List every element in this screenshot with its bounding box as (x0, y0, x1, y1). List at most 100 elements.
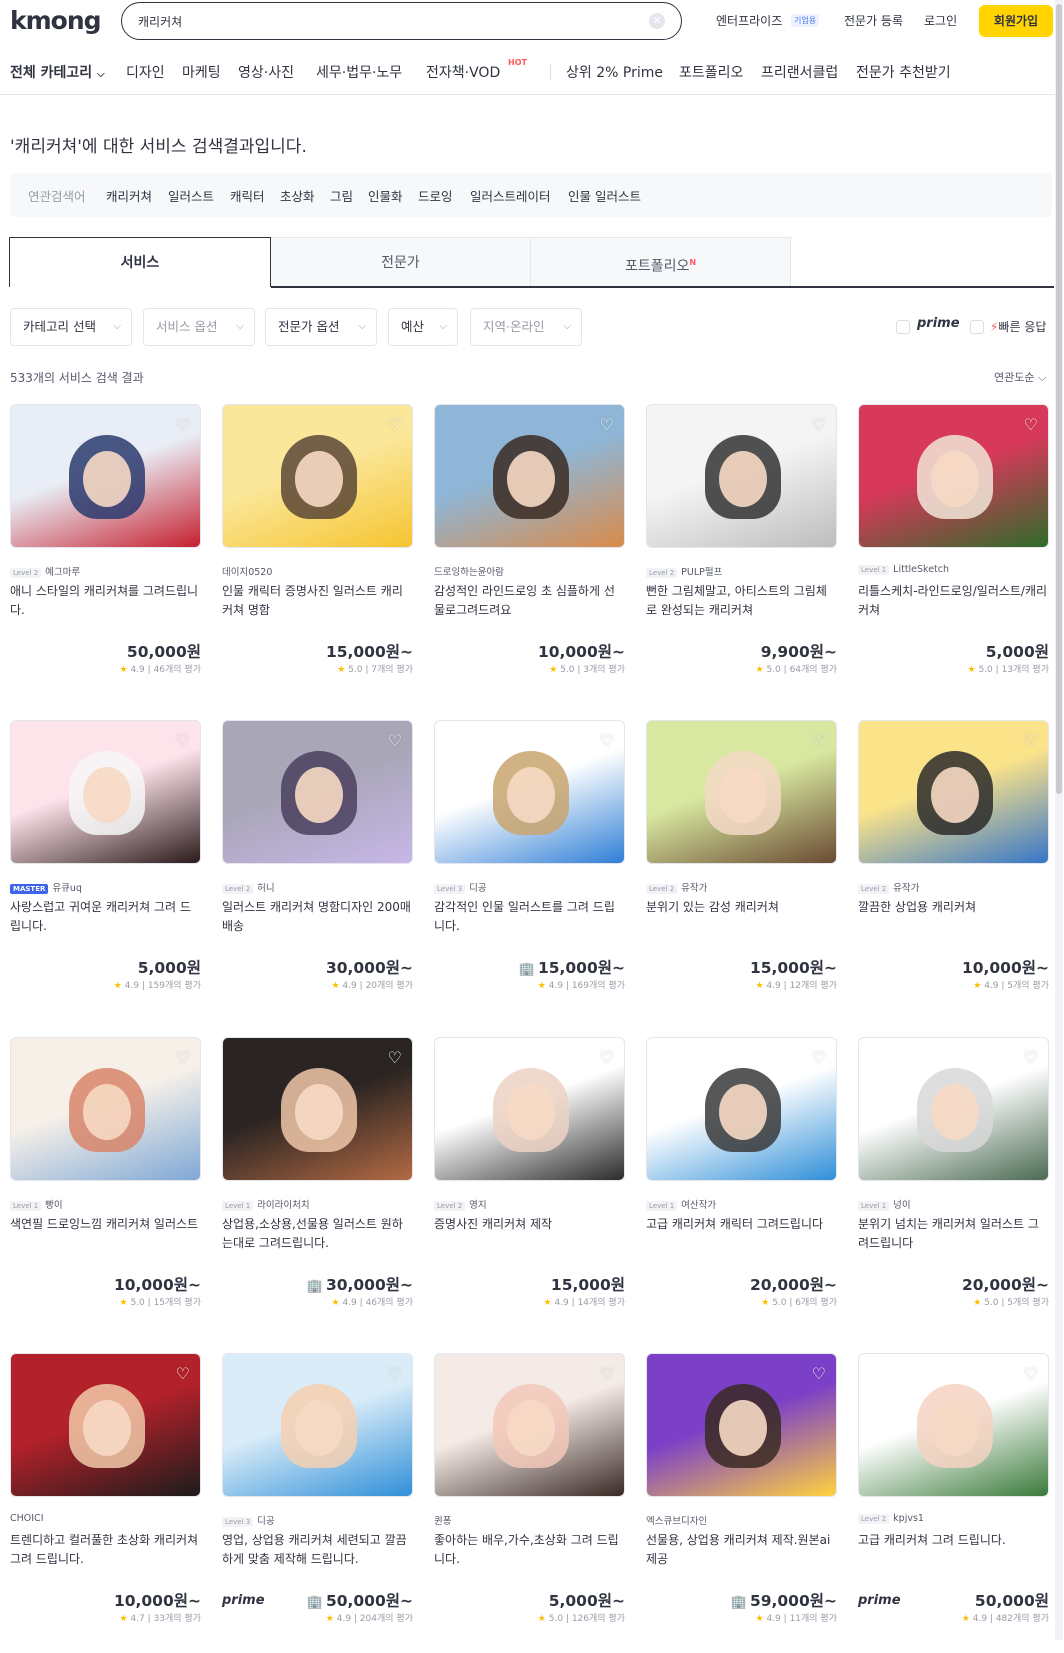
related-term[interactable]: 일러스트레이터 (470, 186, 551, 205)
seller-info[interactable]: Level 2 유작가 (858, 880, 919, 894)
page-scrollbar[interactable] (1055, 0, 1063, 1640)
nav-freelancer-club[interactable]: 프리랜서클럽 (761, 62, 838, 82)
service-title[interactable]: 상업용,소상용,선물용 일러스트 원하는대로 그려드립니다. (222, 1215, 413, 1253)
service-title[interactable]: 영업, 상업용 캐리커쳐 세련되고 깔끔하게 맞춤 제작해 드립니다. (222, 1531, 413, 1569)
prime-checkbox[interactable] (896, 320, 910, 334)
service-card[interactable]: ♡ Level 1 빵이 색연필 드로잉느낌 캐리커쳐 일러스트 10,000원~ ★ 5… (10, 1037, 201, 1337)
service-thumbnail[interactable]: ♡ (10, 1037, 201, 1181)
service-thumbnail[interactable]: ♡ (222, 1037, 413, 1181)
service-title[interactable]: 일러스트 캐리커쳐 명함디자인 200매 배송 (222, 898, 413, 936)
service-title[interactable]: 고급 캐리커쳐 캐릭터 그려드립니다 (646, 1215, 837, 1253)
service-title[interactable]: 좋아하는 배우,가수,초상화 그려 드립니다. (434, 1531, 625, 1569)
filter-budget[interactable]: 예산 ⌵ (388, 308, 458, 346)
signup-button[interactable]: 회원가입 (979, 5, 1053, 37)
seller-info[interactable]: Level 2 예그마루 (10, 564, 80, 578)
service-title[interactable]: 감성적인 라인드로잉 초 심플하게 선물로그려드려요 (434, 582, 625, 620)
service-card[interactable]: ♡ 드로잉하는윤아람 감성적인 라인드로잉 초 심플하게 선물로그려드려요 10,00… (434, 404, 625, 704)
search-input[interactable] (138, 11, 618, 31)
tab-expert[interactable]: 전문가 (271, 237, 530, 287)
service-card[interactable]: ♡ Level 2 허니 일러스트 캐리커쳐 명함디자인 200매 배송 30,000원… (222, 720, 413, 1020)
kmong-logo[interactable]: kmong (10, 6, 102, 35)
service-title[interactable]: 리틀스케치-라인드로잉/일러스트/캐리커쳐 (858, 582, 1049, 620)
heart-icon[interactable]: ♡ (388, 415, 402, 434)
related-term[interactable]: 캐리커쳐 (106, 186, 152, 205)
seller-info[interactable]: Level 1 빵이 (10, 1197, 63, 1211)
nav-portfolio[interactable]: 포트폴리오 (679, 62, 743, 82)
nav-prime[interactable]: 상위 2% Prime (566, 62, 663, 82)
related-term[interactable]: 캐릭터 (230, 186, 265, 205)
related-term[interactable]: 일러스트 (168, 186, 214, 205)
service-thumbnail[interactable]: ♡ (222, 404, 413, 548)
heart-icon[interactable]: ♡ (1024, 1364, 1038, 1383)
service-card[interactable]: ♡ Level 2 PULP펄프 뻔한 그림체말고, 아티스트의 그림체로 완성되는 … (646, 404, 837, 704)
search-bar[interactable]: ✕ (121, 2, 682, 40)
service-card[interactable]: ♡ Level 2 유작가 깔끔한 상업용 캐리커쳐 10,000원~ ★ 4.9 | 5… (858, 720, 1049, 1020)
service-thumbnail[interactable]: ♡ (10, 720, 201, 864)
service-card[interactable]: ♡ 데이지0520 인물 캐릭터 증명사진 일러스트 캐리커쳐 명함 15,000원~… (222, 404, 413, 704)
seller-info[interactable]: Level 2 허니 (222, 880, 275, 894)
expert-register-link[interactable]: 전문가 등록 (844, 12, 903, 29)
service-thumbnail[interactable]: ♡ (434, 1037, 625, 1181)
service-thumbnail[interactable]: ♡ (858, 720, 1049, 864)
service-card[interactable]: ♡ Level 2 유작가 분위기 있는 감성 캐리커쳐 15,000원~ ★ 4.9 |… (646, 720, 837, 1020)
heart-icon[interactable]: ♡ (388, 1048, 402, 1067)
filter-expert-option[interactable]: 전문가 옵션 ⌵ (265, 308, 377, 346)
filter-service-option[interactable]: 서비스 옵션 ⌵ (143, 308, 255, 346)
service-card[interactable]: ♡ Level 1 LittleSketch 리틀스케치-라인드로잉/일러스트/캐리커… (858, 404, 1049, 704)
seller-info[interactable]: Level 1 라이라이처치 (222, 1197, 310, 1211)
seller-info[interactable]: Level 2 PULP펄프 (646, 564, 722, 578)
seller-info[interactable]: MASTER 유큐uq (10, 880, 82, 894)
heart-icon[interactable]: ♡ (812, 1364, 826, 1383)
heart-icon[interactable]: ♡ (812, 1048, 826, 1067)
heart-icon[interactable]: ♡ (176, 1364, 190, 1383)
service-card[interactable]: ♡ Level 2 예그마루 애니 스타일의 캐리커쳐를 그려드립니다. 50,000원… (10, 404, 201, 704)
sort-dropdown[interactable]: 연관도순 ⌵ (994, 369, 1046, 385)
service-title[interactable]: 분위기 넘치는 캐리커쳐 일러스트 그려드립니다 (858, 1215, 1049, 1253)
service-card[interactable]: ♡ CHOICI 트렌디하고 컬러풀한 초상화 캐리커쳐 그려 드립니다. 10,00… (10, 1353, 201, 1653)
service-title[interactable]: 사랑스럽고 귀여운 캐리커쳐 그려 드립니다. (10, 898, 201, 936)
seller-info[interactable]: Level 3 디공 (434, 880, 487, 894)
nav-video-photo[interactable]: 영상·사진 (238, 62, 294, 82)
seller-info[interactable]: Level 2 kpjvs1 (858, 1513, 924, 1524)
service-thumbnail[interactable]: ♡ (646, 720, 837, 864)
heart-icon[interactable]: ♡ (176, 1048, 190, 1067)
service-card[interactable]: ♡ Level 3 디공 감각적인 인물 일러스트를 그려 드립니다. 🏢 15,000원… (434, 720, 625, 1020)
heart-icon[interactable]: ♡ (600, 1364, 614, 1383)
seller-info[interactable]: Level 1 넝이 (858, 1197, 911, 1211)
service-thumbnail[interactable]: ♡ (10, 404, 201, 548)
service-title[interactable]: 트렌디하고 컬러풀한 초상화 캐리커쳐 그려 드립니다. (10, 1531, 201, 1569)
service-card[interactable]: ♡ 퀸퐁 좋아하는 배우,가수,초상화 그려 드립니다. 5,000원~ ★ 5.0 |… (434, 1353, 625, 1653)
service-card[interactable]: ♡ MASTER 유큐uq 사랑스럽고 귀여운 캐리커쳐 그려 드립니다. 5,000원… (10, 720, 201, 1020)
service-thumbnail[interactable]: ♡ (434, 1353, 625, 1497)
service-thumbnail[interactable]: ♡ (646, 404, 837, 548)
heart-icon[interactable]: ♡ (176, 731, 190, 750)
service-thumbnail[interactable]: ♡ (858, 404, 1049, 548)
seller-info[interactable]: 퀸퐁 (434, 1513, 451, 1527)
heart-icon[interactable]: ♡ (600, 731, 614, 750)
nav-design[interactable]: 디자인 (126, 62, 165, 82)
service-thumbnail[interactable]: ♡ (222, 720, 413, 864)
service-card[interactable]: ♡ Level 1 여산작가 고급 캐리커쳐 캐릭터 그려드립니다 20,000원~ ★ … (646, 1037, 837, 1337)
related-term[interactable]: 초상화 (280, 186, 315, 205)
filter-category[interactable]: 카테고리 선택 ⌵ (10, 308, 132, 346)
seller-info[interactable]: 드로잉하는윤아람 (434, 564, 504, 578)
heart-icon[interactable]: ♡ (812, 415, 826, 434)
service-card[interactable]: ♡ Level 2 영지 증명사진 캐리커쳐 제작 15,000원 ★ 4.9 | 14개… (434, 1037, 625, 1337)
nav-marketing[interactable]: 마케팅 (182, 62, 221, 82)
scrollbar-thumb[interactable] (1056, 4, 1062, 794)
related-term[interactable]: 그림 (330, 186, 353, 205)
service-thumbnail[interactable]: ♡ (858, 1037, 1049, 1181)
service-thumbnail[interactable]: ♡ (434, 720, 625, 864)
service-card[interactable]: ♡ Level 1 넝이 분위기 넘치는 캐리커쳐 일러스트 그려드립니다 20,000… (858, 1037, 1049, 1337)
related-term[interactable]: 드로잉 (418, 186, 453, 205)
tab-portfolio[interactable]: 포트폴리오N (530, 237, 791, 287)
enterprise-link[interactable]: 엔터프라이즈 (716, 12, 782, 29)
seller-info[interactable]: 엑스큐브디자인 (646, 1513, 707, 1527)
seller-info[interactable]: 데이지0520 (222, 564, 272, 578)
tab-service[interactable]: 서비스 (9, 237, 271, 287)
service-title[interactable]: 감각적인 인물 일러스트를 그려 드립니다. (434, 898, 625, 936)
seller-info[interactable]: Level 1 여산작가 (646, 1197, 716, 1211)
service-title[interactable]: 깔끔한 상업용 캐리커쳐 (858, 898, 1049, 936)
service-title[interactable]: 선물용, 상업용 캐리커쳐 제작.원본ai 제공 (646, 1531, 837, 1569)
service-title[interactable]: 색연필 드로잉느낌 캐리커쳐 일러스트 (10, 1215, 201, 1253)
